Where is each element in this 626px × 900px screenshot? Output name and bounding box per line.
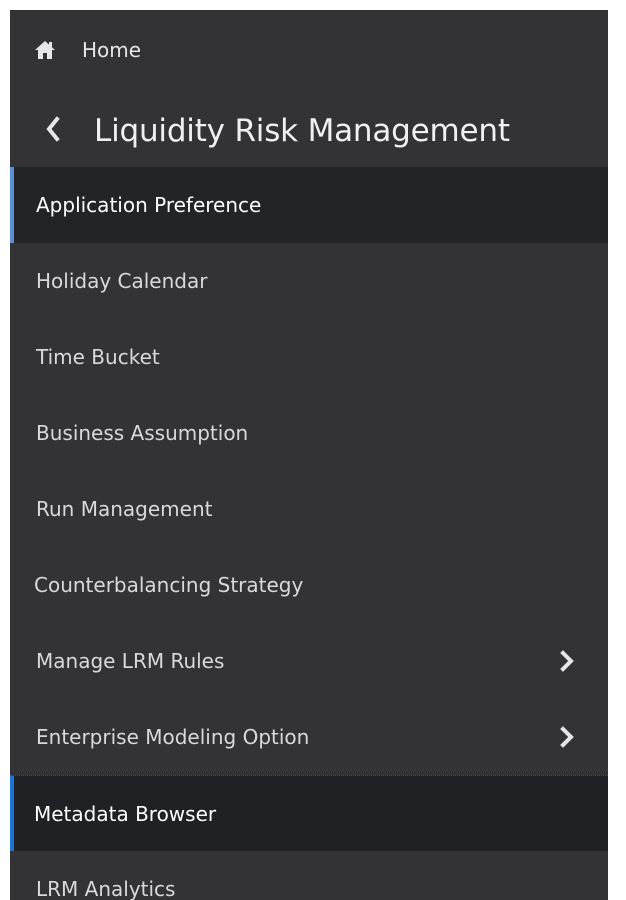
chevron-right-icon	[560, 726, 574, 748]
menu-item-label: Manage LRM Rules	[36, 649, 225, 673]
menu-item-enterprise-modeling-option[interactable]: Enterprise Modeling Option	[10, 699, 608, 775]
menu-item-label: Metadata Browser	[34, 802, 217, 826]
chevron-right-icon	[560, 650, 574, 672]
menu-item-business-assumption[interactable]: Business Assumption	[10, 395, 608, 471]
menu-item-time-bucket[interactable]: Time Bucket	[10, 319, 608, 395]
menu-item-label: Run Management	[36, 497, 213, 521]
menu-item-label: Counterbalancing Strategy	[34, 573, 304, 597]
menu-item-metadata-browser[interactable]: Metadata Browser	[10, 775, 608, 851]
module-title: Liquidity Risk Management	[94, 113, 510, 149]
home-icon	[35, 41, 55, 59]
menu-item-label: Business Assumption	[36, 421, 249, 445]
menu-item-holiday-calendar[interactable]: Holiday Calendar	[10, 243, 608, 319]
module-menu: Application Preference Holiday Calendar …	[10, 167, 608, 900]
chevron-left-icon	[46, 116, 60, 142]
menu-item-label: Time Bucket	[36, 345, 160, 369]
menu-item-label: Enterprise Modeling Option	[36, 725, 310, 749]
home-label: Home	[82, 38, 142, 62]
menu-item-manage-lrm-rules[interactable]: Manage LRM Rules	[10, 623, 608, 699]
menu-item-label: Application Preference	[36, 193, 262, 217]
menu-item-lrm-analytics[interactable]: LRM Analytics	[10, 851, 608, 900]
back-to-module-button[interactable]: Liquidity Risk Management	[10, 94, 608, 166]
menu-item-label: Holiday Calendar	[36, 269, 208, 293]
menu-item-counterbalancing-strategy[interactable]: Counterbalancing Strategy	[10, 547, 608, 623]
home-link[interactable]: Home	[10, 10, 608, 90]
menu-item-run-management[interactable]: Run Management	[10, 471, 608, 547]
menu-item-application-preference[interactable]: Application Preference	[10, 167, 608, 243]
menu-item-label: LRM Analytics	[36, 877, 176, 900]
navigation-panel: Home Liquidity Risk Management Applicati…	[10, 10, 608, 900]
